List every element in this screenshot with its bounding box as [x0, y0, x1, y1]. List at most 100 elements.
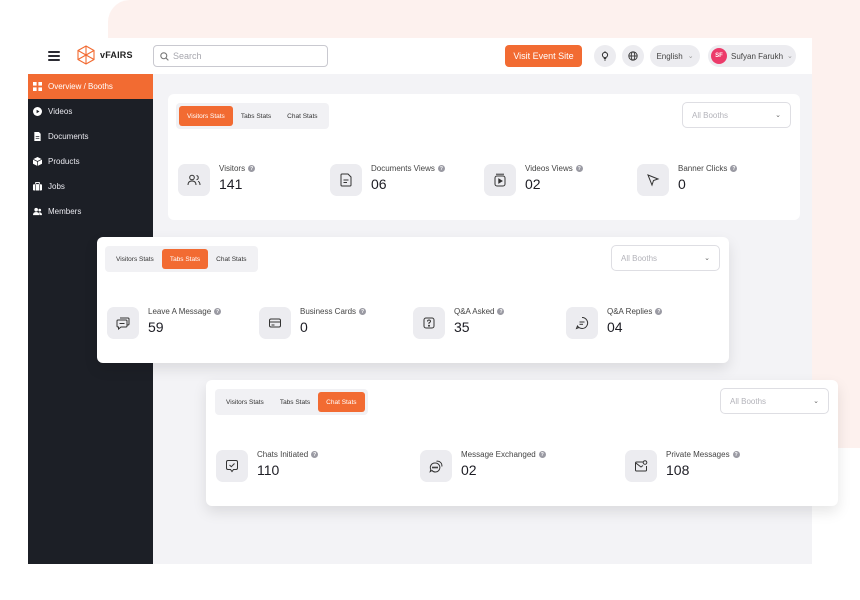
info-icon[interactable]: ? — [730, 165, 738, 172]
stat-label: Chats Initiated? — [257, 450, 319, 459]
stat-value: 06 — [371, 176, 387, 192]
stat-label: Leave A Message? — [148, 307, 222, 316]
menu-icon[interactable] — [48, 51, 60, 61]
stat-message-exchanged: Message Exchanged? 02 — [420, 448, 546, 482]
stat-value: 108 — [666, 462, 690, 478]
sidebar-item-label: Products — [48, 157, 80, 166]
sidebar-item-overview[interactable]: Overview / Booths — [28, 74, 153, 99]
tabs-stats-card: Visitors Stats Tabs Stats Chat Stats All… — [97, 237, 729, 363]
stat-label: Private Messages? — [666, 450, 740, 459]
chevron-down-icon: ⌄ — [687, 53, 694, 60]
dropdown-value: All Booths — [692, 110, 729, 120]
tab-visitors-stats[interactable]: Visitors Stats — [218, 392, 272, 412]
stat-value: 35 — [454, 319, 470, 335]
info-icon[interactable]: ? — [437, 165, 445, 172]
sidebar-item-label: Videos — [48, 107, 73, 116]
search-box[interactable] — [153, 45, 328, 67]
stat-value: 141 — [219, 176, 243, 192]
lightbulb-button[interactable] — [594, 45, 616, 67]
stat-videos-views: Videos Views? 02 — [484, 162, 583, 196]
stat-leave-a-message: Leave A Message? 59 — [107, 305, 222, 339]
stat-qa-asked: Q&A Asked? 35 — [413, 305, 505, 339]
stat-documents-views: Documents Views? 06 — [330, 162, 445, 196]
tab-visitors-stats[interactable]: Visitors Stats — [108, 249, 162, 269]
tab-tabs-stats[interactable]: Tabs Stats — [161, 249, 209, 269]
chat-stats-card: Visitors Stats Tabs Stats Chat Stats All… — [206, 380, 838, 506]
grid-icon — [33, 82, 42, 91]
stat-private-messages: Private Messages? 108 — [625, 448, 740, 482]
tab-chat-stats[interactable]: Chat Stats — [208, 249, 254, 269]
sidebar-item-jobs[interactable]: Jobs — [28, 174, 153, 199]
language-selector[interactable]: English ⌄ — [650, 45, 700, 67]
message-icon — [107, 307, 139, 339]
chat-bubbles-icon — [420, 450, 452, 482]
visitors-stats-card: Visitors Stats Tabs Stats Chat Stats All… — [168, 94, 800, 220]
user-menu[interactable]: SF Sufyan Farukh ⌄ — [708, 45, 796, 67]
sidebar-item-members[interactable]: Members — [28, 199, 153, 224]
language-label: English — [656, 51, 683, 61]
stat-value: 0 — [678, 176, 686, 192]
tab-tabs-stats[interactable]: Tabs Stats — [272, 392, 318, 412]
stats-tabs: Visitors Stats Tabs Stats Chat Stats — [176, 103, 329, 129]
stage: vFAIRS Visit Event Site English ⌄ SF Suf… — [0, 0, 860, 600]
stat-value: 02 — [525, 176, 541, 192]
chevron-down-icon: ⌄ — [813, 398, 819, 405]
dropdown-value: All Booths — [621, 253, 658, 263]
sidebar-item-documents[interactable]: Documents — [28, 124, 153, 149]
info-icon[interactable]: ? — [214, 308, 222, 315]
reply-icon — [566, 307, 598, 339]
stat-label: Message Exchanged? — [461, 450, 546, 459]
stat-business-cards: Business Cards? 0 — [259, 305, 367, 339]
sidebar-item-label: Documents — [48, 132, 89, 141]
sidebar-item-videos[interactable]: Videos — [28, 99, 153, 124]
play-icon — [33, 107, 42, 116]
logo-text: vFAIRS — [100, 50, 133, 60]
stat-value: 04 — [607, 319, 623, 335]
info-icon[interactable]: ? — [538, 451, 546, 458]
logo-mark-icon — [77, 45, 95, 65]
users-icon — [178, 164, 210, 196]
mail-icon — [625, 450, 657, 482]
info-icon[interactable]: ? — [732, 451, 740, 458]
stat-value: 110 — [257, 462, 280, 478]
booth-filter-dropdown[interactable]: All Booths ⌄ — [720, 388, 829, 414]
globe-button[interactable] — [622, 45, 644, 67]
info-icon[interactable]: ? — [311, 451, 319, 458]
booth-filter-dropdown[interactable]: All Booths ⌄ — [611, 245, 720, 271]
stat-label: Business Cards? — [300, 307, 367, 316]
stat-label: Q&A Asked? — [454, 307, 505, 316]
avatar: SF — [711, 48, 727, 64]
stat-value: 0 — [300, 319, 308, 335]
visit-event-site-button[interactable]: Visit Event Site — [505, 45, 582, 67]
members-icon — [33, 207, 42, 216]
search-input[interactable] — [173, 51, 313, 61]
sidebar-item-label: Jobs — [48, 182, 65, 191]
logo[interactable]: vFAIRS — [76, 45, 133, 65]
tab-visitors-stats[interactable]: Visitors Stats — [179, 106, 233, 126]
chevron-down-icon: ⌄ — [704, 255, 710, 262]
lightbulb-icon — [601, 51, 609, 61]
info-icon[interactable]: ? — [359, 308, 367, 315]
sidebar-item-products[interactable]: Products — [28, 149, 153, 174]
booth-filter-dropdown[interactable]: All Booths ⌄ — [682, 102, 791, 128]
dropdown-value: All Booths — [730, 396, 767, 406]
globe-icon — [628, 51, 638, 61]
stats-tabs: Visitors Stats Tabs Stats Chat Stats — [105, 246, 258, 272]
stat-label: Banner Clicks? — [678, 164, 738, 173]
stat-label: Q&A Replies? — [607, 307, 663, 316]
info-icon[interactable]: ? — [248, 165, 256, 172]
tab-tabs-stats[interactable]: Tabs Stats — [233, 106, 279, 126]
stat-qa-replies: Q&A Replies? 04 — [566, 305, 663, 339]
info-icon[interactable]: ? — [497, 308, 505, 315]
chevron-down-icon: ⌄ — [775, 112, 781, 119]
user-name: Sufyan Farukh — [731, 51, 784, 61]
stat-value: 59 — [148, 319, 164, 335]
info-icon[interactable]: ? — [575, 165, 583, 172]
briefcase-icon — [33, 182, 42, 191]
tab-chat-stats[interactable]: Chat Stats — [318, 392, 365, 412]
video-icon — [484, 164, 516, 196]
stats-tabs: Visitors Stats Tabs Stats Chat Stats — [215, 389, 368, 415]
tab-chat-stats[interactable]: Chat Stats — [279, 106, 325, 126]
info-icon[interactable]: ? — [655, 308, 663, 315]
sidebar-item-label: Overview / Booths — [48, 82, 113, 91]
